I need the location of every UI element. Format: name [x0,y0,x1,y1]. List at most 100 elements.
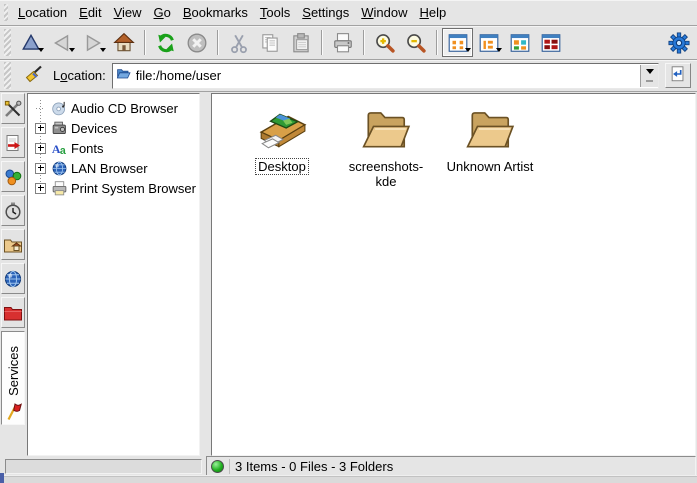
location-toolbar-handle[interactable] [4,62,11,89]
clear-location-button[interactable] [21,63,47,89]
menu-settings[interactable]: Settings [296,3,355,22]
cut-icon [228,32,250,54]
tree-item-label: LAN Browser [71,161,148,176]
toolbar-button-detail-view[interactable] [535,28,566,57]
statusbar: 3 Items - 0 Files - 3 Folders [0,456,697,477]
location-input[interactable]: file:/home/user [136,68,636,83]
sidebar-tab-network[interactable] [1,263,25,294]
zoom-out-icon [405,32,427,54]
toolbar-button-paste[interactable] [285,28,316,57]
go-button[interactable] [665,63,691,88]
dropdown-underline [646,80,653,82]
paste-icon [290,32,312,54]
svg-text:a: a [60,145,66,157]
file-item-desktop[interactable]: Desktop [232,104,332,175]
folder-open-big-icon [361,104,411,154]
tree-expander[interactable] [33,183,48,194]
cd-disc-icon [51,100,68,117]
menu-edit[interactable]: Edit [73,3,107,22]
menu-location[interactable]: Location [12,3,73,22]
toolbar-separator [321,30,322,55]
tools-config-icon [3,99,23,119]
copy-icon [259,32,281,54]
menu-view[interactable]: View [108,3,148,22]
panel-splitter[interactable] [200,92,211,456]
detail-view-icon [540,32,562,54]
toolbar-handle[interactable] [4,29,11,56]
toolbar-button-zoom-out[interactable] [400,28,431,57]
folder-open-big-icon [465,104,515,154]
sidebar-tab-services[interactable]: Services [1,331,25,425]
konqueror-window: { "menubar": { "items": [ {"label": "Loc… [0,0,697,483]
menu-window[interactable]: Window [355,3,413,22]
tree-item-devices[interactable]: Devices [28,118,199,138]
sidebar-tab-applications[interactable] [1,161,25,192]
sidebar-tab-bookmarks[interactable] [1,127,25,158]
menubar: LocationEditViewGoBookmarksToolsSettings… [0,0,697,26]
menu-tools[interactable]: Tools [254,3,296,22]
toolbar-button-tree-view[interactable] [473,28,504,57]
go-enter-icon [669,65,687,83]
content-area: Services Audio CD BrowserDevicesAaFonts L… [0,92,697,456]
menu-help[interactable]: Help [414,3,453,22]
services-tree-panel: Audio CD BrowserDevicesAaFonts LAN Browse… [27,93,200,456]
menubar-handle[interactable] [4,4,8,21]
globe-icon [3,269,23,289]
tree-item-audio-cd-browser[interactable]: Audio CD Browser [28,98,199,118]
file-item-label: Unknown Artist [444,158,537,175]
status-text: 3 Items - 0 Files - 3 Folders [235,459,393,474]
toolbar-button-reload[interactable] [150,28,181,57]
location-dropdown-button[interactable] [640,65,658,87]
tree-item-label: Print System Browser [71,181,196,196]
sidebar-tab-root[interactable] [1,297,25,328]
toolbar-separator [217,30,218,55]
toolbar-button-home[interactable] [108,28,139,57]
clock-icon [3,201,23,221]
tree-expander[interactable] [33,143,48,154]
location-toolbar: Location: file:/home/user [0,60,697,92]
toolbar-button-icon-view[interactable] [442,28,473,57]
toolbar-button-stop[interactable] [181,28,212,57]
sidebar-tab-home[interactable] [1,229,25,260]
tree-item-print-system-browser[interactable]: Print System Browser [28,178,199,198]
tree-item-fonts[interactable]: AaFonts [28,138,199,158]
dropdown-arrow-icon [465,48,471,55]
sidebar-tab-history[interactable] [1,195,25,226]
sidebar-tab-label: Services [6,346,21,396]
folder-red-icon [3,303,23,323]
flag-red-icon [3,401,23,421]
toolbar-button-zoom-in[interactable] [369,28,400,57]
tree-expander[interactable] [33,163,48,174]
dropdown-arrow-icon [496,48,502,55]
toolbar-button-back[interactable] [46,28,77,57]
reload-icon [155,32,177,54]
file-item-unknown-artist[interactable]: Unknown Artist [440,104,540,175]
progress-bar [5,459,202,474]
statusbar-left-section [0,456,206,477]
clear-broom-icon [24,64,44,84]
toolbar-button-multicolumn-view[interactable] [504,28,535,57]
toolbar-button-print[interactable] [327,28,358,57]
home-icon [113,32,135,54]
menu-bookmarks[interactable]: Bookmarks [177,3,254,22]
printer-small-icon [51,180,68,197]
menu-go[interactable]: Go [148,3,177,22]
toolbar-button-copy[interactable] [254,28,285,57]
file-icon-view[interactable]: Desktopscreenshots-kde Unknown Artist [211,93,696,456]
toolbar-button-cut[interactable] [223,28,254,57]
zoom-in-icon [374,32,396,54]
status-divider [229,459,230,474]
file-item-screenshots-kde[interactable]: screenshots-kde [336,104,436,190]
tree-item-lan-browser[interactable]: LAN Browser [28,158,199,178]
statusbar-main-section: 3 Items - 0 Files - 3 Folders [206,456,696,477]
print-icon [332,32,354,54]
tree-expander[interactable] [33,123,48,134]
corner-accent [0,473,4,483]
toolbar-button-forward[interactable] [77,28,108,57]
toolbar-button-kde-logo[interactable] [663,28,694,57]
toolbar-button-up[interactable] [15,28,46,57]
location-combobox[interactable]: file:/home/user [112,63,659,89]
location-label: Location: [53,68,106,83]
colored-balls-icon [3,167,23,187]
sidebar-tab-config[interactable] [1,93,25,124]
